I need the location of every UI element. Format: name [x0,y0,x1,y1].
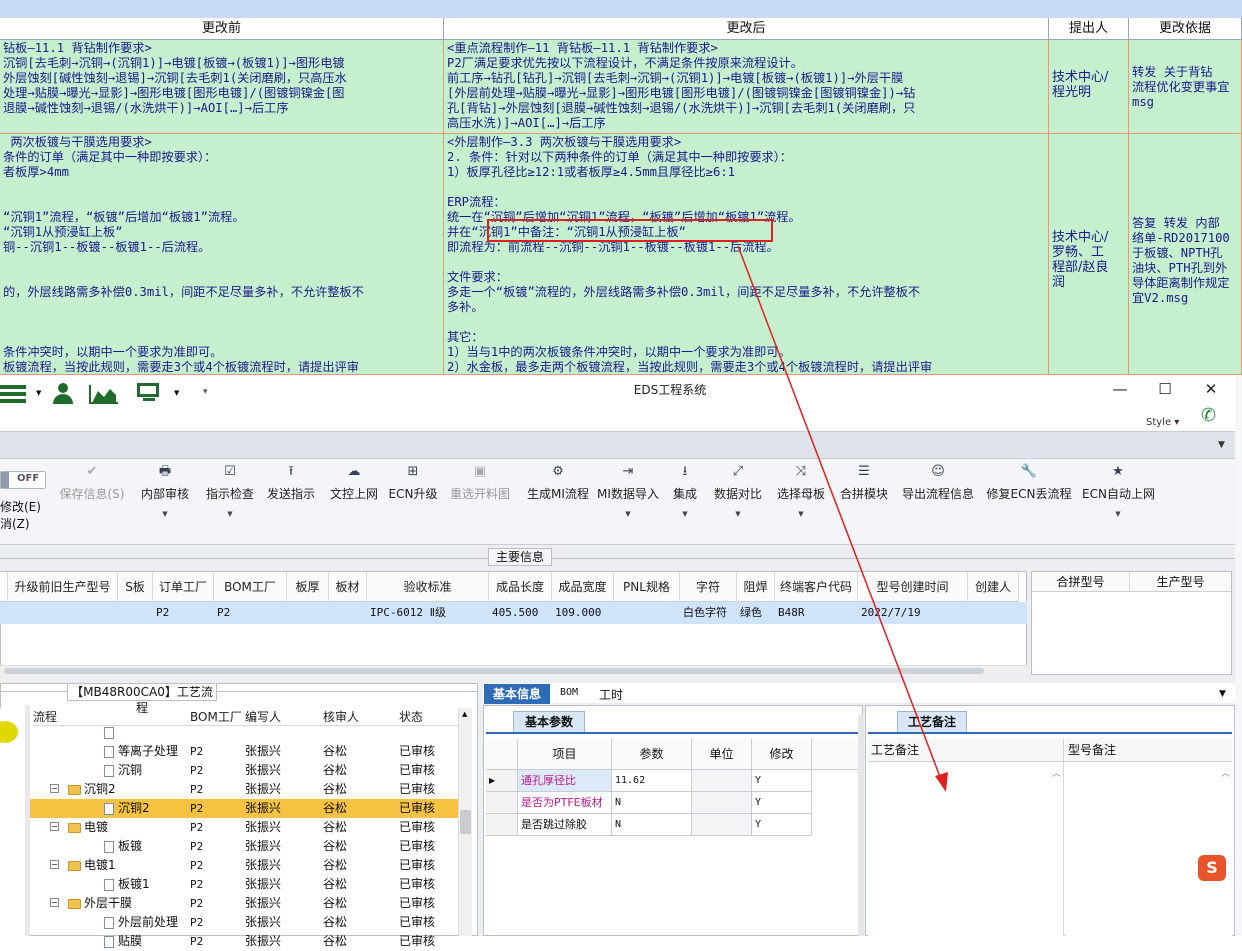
tree-node-text: 贴膜 [118,934,143,948]
document-icon [104,935,114,948]
annotation-arrow [737,245,948,792]
